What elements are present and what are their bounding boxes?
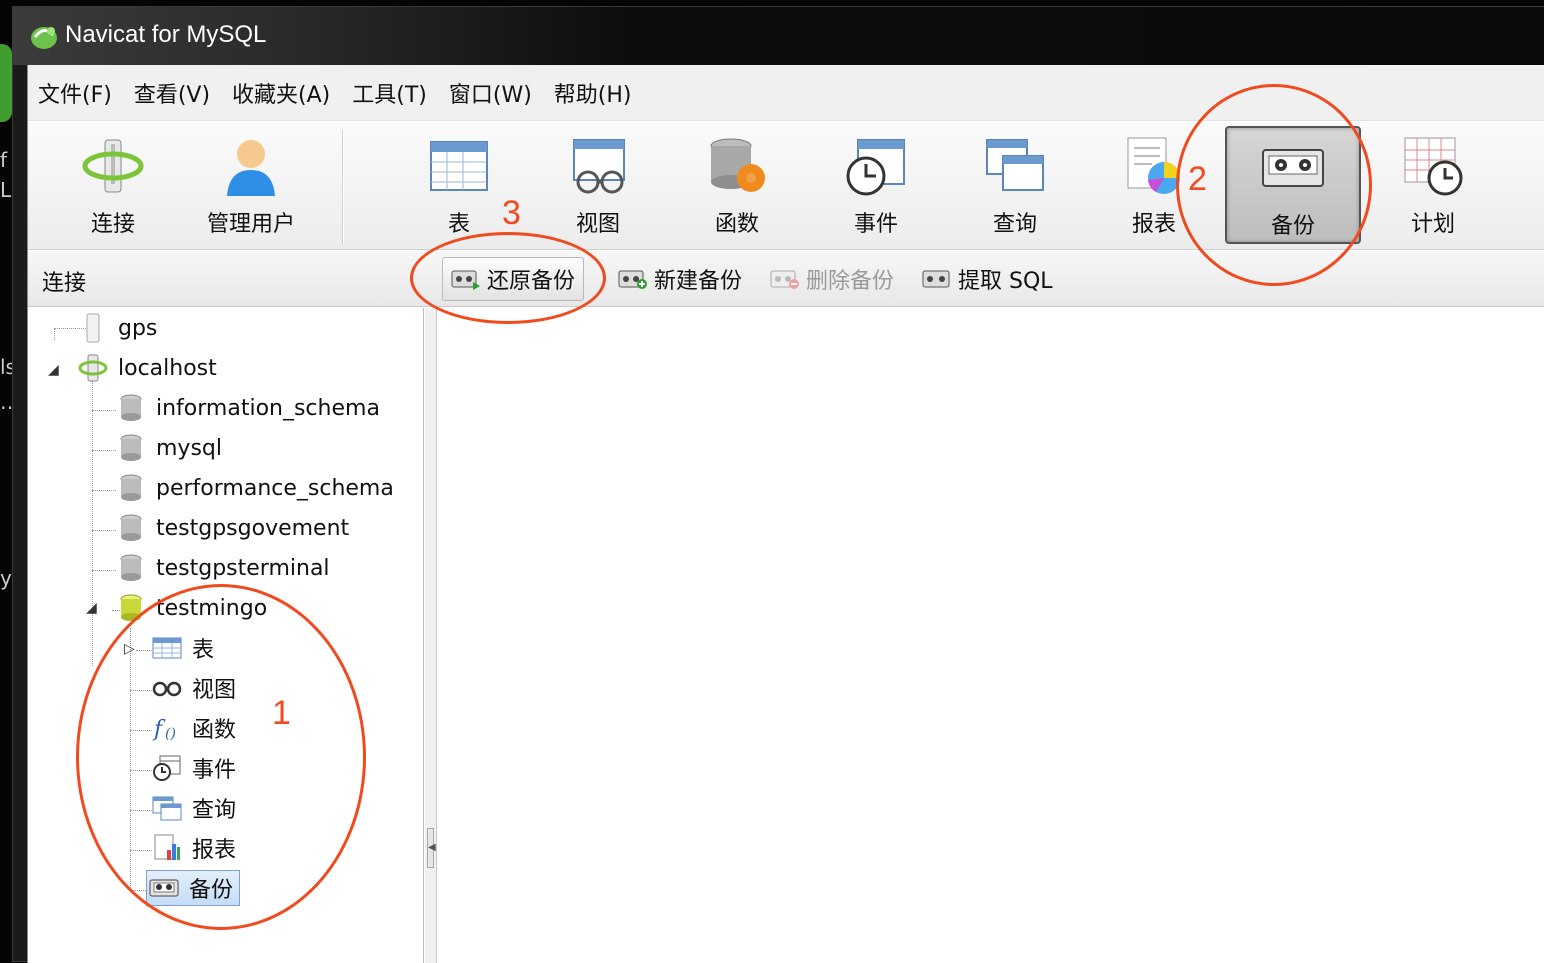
- desktop-label-sliver: ls: [0, 355, 16, 379]
- menu-window[interactable]: 窗口(W): [449, 77, 532, 109]
- tree-connector: [92, 490, 116, 491]
- connect-icon: [81, 134, 145, 198]
- delete-backup-label: 删除备份: [806, 269, 895, 294]
- event-label: 事件: [853, 212, 898, 237]
- title-bar[interactable]: Navicat for MySQL: [13, 7, 1544, 65]
- view-icon: [566, 134, 630, 198]
- schedule-label: 计划: [1410, 212, 1455, 237]
- tree-node-label: information_schema: [156, 395, 380, 421]
- user-icon: [219, 134, 283, 198]
- tree-node-label: testgpsterminal: [156, 555, 330, 581]
- database-icon: [116, 433, 146, 463]
- tree-connector: [92, 570, 116, 571]
- manage-users-button[interactable]: 管理用户: [192, 126, 310, 244]
- annotation-circle-1: [76, 584, 366, 930]
- tree-connection-gps[interactable]: gps: [78, 310, 157, 346]
- tree-database[interactable]: performance_schema: [116, 470, 394, 506]
- tree-connector: [92, 450, 116, 451]
- tree-database[interactable]: testgpsgovement: [116, 510, 349, 546]
- menu-view[interactable]: 查看(V): [134, 77, 210, 109]
- annotation-number-2: 2: [1188, 160, 1207, 198]
- annotation-number-3: 3: [502, 194, 521, 232]
- desktop-label-sliver: yp: [0, 566, 25, 590]
- query-label: 查询: [992, 212, 1037, 237]
- collapse-arrow-icon[interactable]: ◢: [48, 362, 59, 378]
- collapse-arrow-icon[interactable]: ◢: [86, 600, 97, 616]
- menu-favorites[interactable]: 收藏夹(A): [232, 77, 330, 109]
- navicat-app-icon: [31, 27, 57, 49]
- window-title: Navicat for MySQL: [65, 21, 267, 48]
- delete-backup-button[interactable]: 删除备份: [762, 257, 902, 301]
- report-label: 报表: [1131, 212, 1176, 237]
- desktop-icon-sliver[interactable]: [0, 44, 12, 122]
- menu-file[interactable]: 文件(F): [38, 77, 112, 109]
- tree-connection-localhost[interactable]: localhost: [78, 350, 217, 386]
- desktop-label-sliver: …: [0, 390, 20, 414]
- annotation-number-1: 1: [272, 694, 291, 732]
- function-icon: [705, 134, 769, 198]
- function-label: 函数: [714, 212, 759, 237]
- object-list-area[interactable]: [438, 308, 1544, 963]
- extract-sql-icon: [922, 267, 952, 291]
- connect-button[interactable]: 连接: [54, 126, 172, 244]
- view-button[interactable]: 视图: [539, 126, 657, 244]
- tree-connector: [54, 328, 55, 340]
- delete-backup-icon: [770, 267, 800, 291]
- connect-label: 连接: [90, 212, 135, 237]
- connection-panel-title: 连接: [42, 271, 87, 296]
- tree-node-label: performance_schema: [156, 475, 394, 501]
- extract-sql-label: 提取 SQL: [958, 269, 1053, 294]
- new-backup-label: 新建备份: [654, 269, 743, 294]
- query-button[interactable]: 查询: [956, 126, 1074, 244]
- annotation-circle-3: [410, 232, 606, 324]
- manage-users-label: 管理用户: [206, 212, 295, 237]
- tree-node-label: localhost: [118, 355, 217, 381]
- tree-node-label: testgpsgovement: [156, 515, 350, 541]
- schedule-button[interactable]: 计划: [1374, 126, 1492, 244]
- tree-node-label: mysql: [156, 435, 222, 461]
- tree-connector: [92, 370, 93, 666]
- query-icon: [983, 134, 1047, 198]
- database-icon: [116, 473, 146, 503]
- database-icon: [116, 513, 146, 543]
- event-icon: [844, 134, 908, 198]
- tree-connector: [92, 410, 116, 411]
- table-label: 表: [447, 212, 470, 237]
- event-button[interactable]: 事件: [817, 126, 935, 244]
- splitter-grip-icon[interactable]: ◀: [427, 828, 436, 868]
- new-backup-icon: [618, 267, 648, 291]
- database-icon: [116, 553, 146, 583]
- table-icon: [427, 134, 491, 198]
- connection-active-icon: [78, 353, 108, 383]
- tree-node-label: gps: [118, 315, 158, 341]
- extract-sql-button[interactable]: 提取 SQL: [914, 257, 1061, 301]
- desktop-label-sliver: f: [0, 148, 8, 172]
- toolbar-separator: [342, 130, 344, 244]
- tree-database[interactable]: mysql: [116, 430, 222, 466]
- tree-database[interactable]: testgpsterminal: [116, 550, 330, 586]
- tree-connector: [92, 530, 116, 531]
- table-button[interactable]: 表: [400, 126, 518, 244]
- menu-tools[interactable]: 工具(T): [352, 77, 427, 109]
- database-icon: [116, 393, 146, 423]
- view-label: 视图: [575, 212, 620, 237]
- desktop: f L ls … yp Navicat for MySQL 文件(F) 查看(V…: [0, 0, 1544, 963]
- schedule-icon: [1401, 134, 1465, 198]
- desktop-label-sliver: L: [0, 178, 12, 202]
- menu-help[interactable]: 帮助(H): [554, 77, 632, 109]
- new-backup-button[interactable]: 新建备份: [610, 257, 750, 301]
- connection-inactive-icon: [78, 313, 108, 343]
- tree-database[interactable]: information_schema: [116, 390, 380, 426]
- function-button[interactable]: 函数: [678, 126, 796, 244]
- panel-splitter[interactable]: ◀: [425, 308, 437, 963]
